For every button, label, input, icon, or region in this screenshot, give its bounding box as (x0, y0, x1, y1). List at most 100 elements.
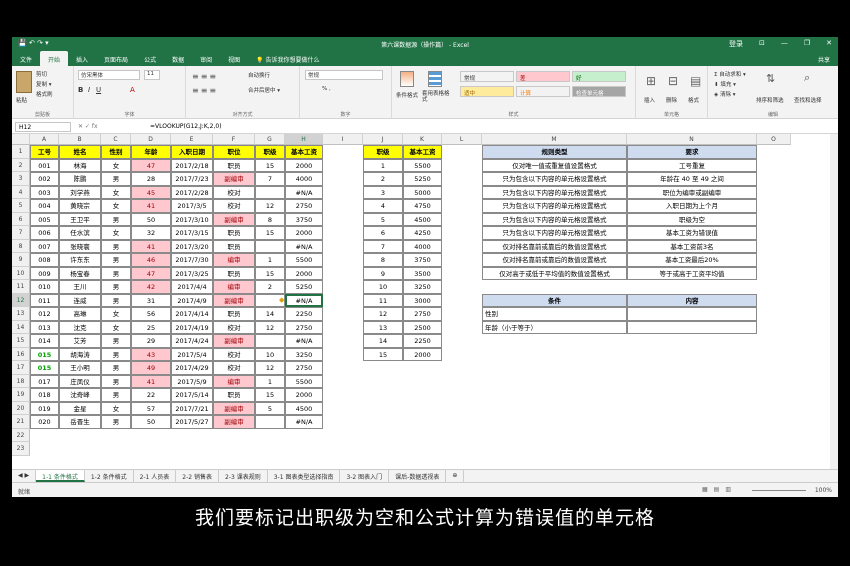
font-name-select[interactable]: 仿宋黑体 (78, 70, 140, 80)
data-cell[interactable]: 29 (131, 334, 171, 348)
table-header-cell[interactable]: 基本工资 (285, 145, 323, 159)
data-cell[interactable]: 女 (101, 158, 131, 172)
data-cell[interactable]: 2017/5/9 (171, 374, 213, 388)
style-good[interactable]: 好 (572, 71, 626, 82)
lookup-cell[interactable]: 4 (363, 199, 403, 213)
data-cell[interactable]: 黄晓宗 (59, 199, 101, 213)
data-cell[interactable]: 男 (101, 266, 131, 280)
data-cell[interactable]: 22 (131, 388, 171, 402)
data-cell[interactable] (255, 185, 285, 199)
bold-button[interactable]: B (78, 86, 83, 94)
data-cell[interactable]: 2017/5/4 (171, 347, 213, 361)
data-cell[interactable]: 4500 (285, 401, 323, 415)
sheet-tab[interactable]: 1-2 条件格式 (85, 470, 134, 482)
data-cell[interactable]: 49 (131, 361, 171, 375)
tab-data[interactable]: 数据 (164, 51, 192, 66)
data-cell[interactable]: 女 (101, 199, 131, 213)
data-cell[interactable]: 43 (131, 347, 171, 361)
data-cell[interactable]: 41 (131, 374, 171, 388)
data-cell[interactable]: 王卫平 (59, 212, 101, 226)
data-cell[interactable]: 46 (131, 253, 171, 267)
data-cell[interactable]: 018 (30, 388, 59, 402)
data-cell[interactable]: 陈鹏 (59, 172, 101, 186)
data-cell[interactable]: 15 (255, 226, 285, 240)
row-header[interactable]: 17 (12, 361, 30, 375)
column-header[interactable]: I (323, 134, 363, 145)
formula-input[interactable]: =VLOOKUP(G12,J:K,2,0) (150, 123, 222, 130)
data-cell[interactable]: 高琳 (59, 307, 101, 321)
find-select-icon[interactable]: ⌕ (804, 71, 810, 85)
row-header[interactable]: 18 (12, 374, 30, 388)
data-cell[interactable]: 校对 (213, 361, 255, 375)
data-cell[interactable]: 男 (101, 212, 131, 226)
column-header[interactable]: G (255, 134, 285, 145)
data-cell[interactable]: 男 (101, 347, 131, 361)
row-header[interactable]: 21 (12, 415, 30, 429)
data-cell[interactable]: 林海 (59, 158, 101, 172)
row-header[interactable]: 11 (12, 280, 30, 294)
row-header[interactable]: 7 (12, 226, 30, 240)
data-cell[interactable]: 15 (255, 388, 285, 402)
data-cell[interactable]: 12 (255, 199, 285, 213)
lookup-cell[interactable]: 1 (363, 158, 403, 172)
table-format-icon[interactable] (428, 71, 442, 87)
row-header[interactable]: 3 (12, 172, 30, 186)
column-header[interactable]: B (59, 134, 101, 145)
data-cell[interactable]: 2 (255, 280, 285, 294)
data-cell[interactable]: 2000 (285, 226, 323, 240)
column-header[interactable]: D (131, 134, 171, 145)
select-all-corner[interactable] (12, 134, 30, 145)
format-icon[interactable]: ▤ (690, 74, 701, 88)
font-color-icon[interactable]: A (130, 86, 135, 94)
rule-cell[interactable]: 仅对排名靠前或靠后的数值设置格式 (482, 253, 627, 267)
data-cell[interactable]: 42 (131, 280, 171, 294)
data-cell[interactable]: 女 (101, 307, 131, 321)
rule-cell[interactable]: 基本工资最后20% (627, 253, 757, 267)
row-header[interactable]: 23 (12, 442, 30, 456)
data-cell[interactable]: 10 (255, 347, 285, 361)
row-header[interactable]: 16 (12, 347, 30, 361)
data-cell[interactable]: 男 (101, 280, 131, 294)
column-header[interactable]: H (285, 134, 323, 145)
rule-cell[interactable]: 入职日期为上个月 (627, 199, 757, 213)
rule-cell[interactable]: 等于或高于工资平均值 (627, 266, 757, 280)
lookup-cell[interactable]: 9 (363, 266, 403, 280)
row-header[interactable]: 10 (12, 266, 30, 280)
data-cell[interactable]: 2017/4/9 (171, 293, 213, 307)
data-cell[interactable]: 019 (30, 401, 59, 415)
zoom-level[interactable]: 100% (815, 487, 832, 494)
sort-filter-button[interactable]: 排序和筛选 (756, 96, 784, 104)
data-cell[interactable]: 012 (30, 307, 59, 321)
data-cell[interactable]: 2017/2/18 (171, 158, 213, 172)
style-calculation[interactable]: 计算 (516, 86, 570, 97)
data-cell[interactable]: 沈奇峰 (59, 388, 101, 402)
data-cell[interactable]: 副编审 (213, 293, 255, 307)
data-cell[interactable]: 2017/7/30 (171, 253, 213, 267)
rule-cell[interactable]: 只为包含以下内容的单元格设置格式 (482, 212, 627, 226)
restore-button[interactable]: ❐ (804, 39, 810, 49)
data-cell[interactable]: 2017/4/14 (171, 307, 213, 321)
number-format-select[interactable]: 常规 (305, 70, 383, 80)
data-cell[interactable]: 2017/4/19 (171, 320, 213, 334)
data-cell[interactable]: 56 (131, 307, 171, 321)
data-cell[interactable]: 1 (255, 253, 285, 267)
insert-icon[interactable]: ⊞ (646, 74, 656, 88)
data-cell[interactable]: 校对 (213, 320, 255, 334)
lookup-cell[interactable]: 2500 (403, 320, 442, 334)
data-cell[interactable]: 2017/3/20 (171, 239, 213, 253)
lookup-cell[interactable]: 15 (363, 347, 403, 361)
data-cell[interactable]: 8 (255, 212, 285, 226)
tab-insert[interactable]: 插入 (68, 51, 96, 66)
sign-in-link[interactable]: 登录 (729, 39, 743, 49)
data-cell[interactable]: 2017/7/21 (171, 401, 213, 415)
row-header[interactable]: 20 (12, 401, 30, 415)
condition-header-cell[interactable]: 条件 (482, 293, 627, 307)
sheet-tab[interactable]: 3-2 图表入门 (340, 470, 390, 482)
data-cell[interactable]: 003 (30, 185, 59, 199)
lookup-cell[interactable]: 4000 (403, 239, 442, 253)
data-cell[interactable]: 男 (101, 388, 131, 402)
data-cell[interactable]: 006 (30, 226, 59, 240)
column-header[interactable]: L (442, 134, 482, 145)
lookup-cell[interactable]: 12 (363, 307, 403, 321)
column-header[interactable]: K (403, 134, 442, 145)
